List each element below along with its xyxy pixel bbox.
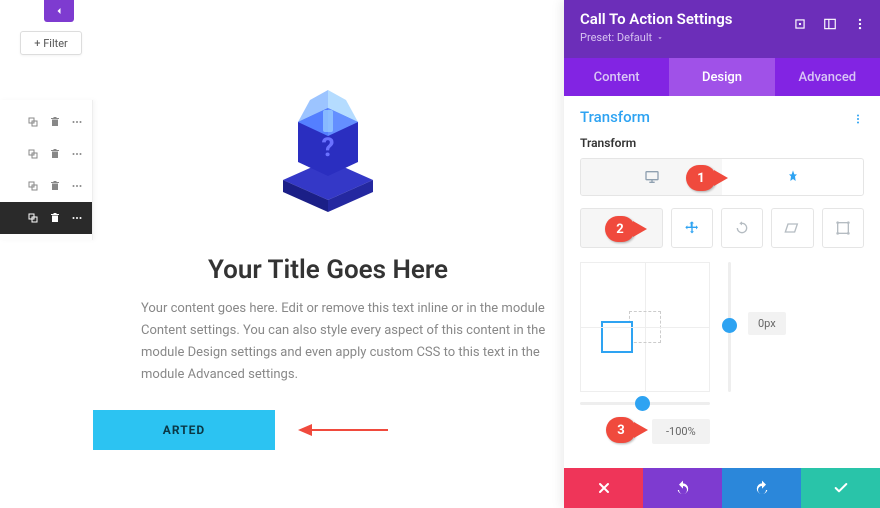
module-body: Your content goes here. Edit or remove t… xyxy=(141,298,563,386)
tab-design[interactable]: Design xyxy=(669,58,774,96)
transform-origin[interactable] xyxy=(822,208,864,248)
cta-button[interactable]: ARTED xyxy=(93,410,275,450)
ellipsis-icon[interactable] xyxy=(70,211,84,225)
ellipsis-icon[interactable] xyxy=(70,115,84,129)
undo-icon xyxy=(675,480,691,496)
duplicate-icon[interactable] xyxy=(26,147,40,161)
arrow-annotation xyxy=(298,420,388,440)
origin-grid[interactable] xyxy=(580,262,710,392)
sidebar-toggle-icon[interactable] xyxy=(822,16,838,32)
transform-translate[interactable] xyxy=(671,208,713,248)
transform-type-row: 2 xyxy=(580,208,864,248)
duplicate-icon[interactable] xyxy=(26,211,40,225)
cancel-button[interactable] xyxy=(564,468,643,508)
chevron-down-icon xyxy=(656,34,664,42)
callout-2: 2 xyxy=(605,216,635,242)
ellipsis-icon[interactable] xyxy=(70,147,84,161)
duplicate-icon[interactable] xyxy=(26,179,40,193)
module-illustration: ? xyxy=(268,80,388,220)
close-icon xyxy=(596,480,612,496)
expand-icon[interactable] xyxy=(792,16,808,32)
pin-icon xyxy=(785,169,801,185)
trash-icon[interactable] xyxy=(48,179,62,193)
kebab-icon[interactable] xyxy=(852,16,868,32)
tab-content[interactable]: Content xyxy=(564,58,669,96)
duplicate-icon[interactable] xyxy=(26,115,40,129)
move-icon xyxy=(684,220,700,236)
trash-icon[interactable] xyxy=(48,115,62,129)
slider-thumb[interactable] xyxy=(635,396,650,411)
x-offset-slider[interactable] xyxy=(580,402,710,405)
tab-advanced[interactable]: Advanced xyxy=(775,58,880,96)
save-button[interactable] xyxy=(801,468,880,508)
callout-1: 1 xyxy=(686,165,716,191)
filter-button[interactable]: + Filter xyxy=(20,31,82,55)
skew-icon xyxy=(784,220,800,236)
layer-row-active[interactable] xyxy=(0,202,92,234)
desktop-icon xyxy=(644,169,660,185)
slider-thumb[interactable] xyxy=(722,318,737,333)
layer-row[interactable] xyxy=(0,170,92,202)
section-label: Transform xyxy=(580,136,864,150)
callout-3: 3 xyxy=(606,417,636,443)
undo-button[interactable] xyxy=(643,468,722,508)
redo-button[interactable] xyxy=(722,468,801,508)
hover-toggle[interactable]: 1 xyxy=(722,159,863,195)
layer-row[interactable] xyxy=(0,106,92,138)
rotate-icon xyxy=(734,220,750,236)
panel-tabs: Content Design Advanced xyxy=(564,58,880,96)
layer-row[interactable] xyxy=(0,138,92,170)
module-title: Your Title Goes Here xyxy=(208,255,448,285)
transform-skew[interactable] xyxy=(771,208,813,248)
origin-icon xyxy=(835,220,851,236)
transform-rotate[interactable] xyxy=(721,208,763,248)
x-offset-value[interactable]: -100% xyxy=(652,419,710,444)
svg-text:?: ? xyxy=(322,133,335,163)
redo-icon xyxy=(754,480,770,496)
trash-icon[interactable] xyxy=(48,147,62,161)
transform-scale[interactable]: 2 xyxy=(580,208,663,248)
ellipsis-icon[interactable] xyxy=(70,179,84,193)
panel-header: Call To Action Settings Preset: Default xyxy=(564,0,880,58)
responsive-toggle: 1 xyxy=(580,158,864,196)
trash-icon[interactable] xyxy=(48,211,62,225)
y-offset-slider[interactable]: 0px xyxy=(722,262,864,392)
settings-panel: Call To Action Settings Preset: Default … xyxy=(564,0,880,508)
chevron-left-icon xyxy=(53,5,65,17)
section-title[interactable]: Transform xyxy=(580,108,864,126)
y-offset-value[interactable]: 0px xyxy=(748,312,786,335)
origin-reference-box xyxy=(629,311,661,343)
collapse-handle[interactable] xyxy=(44,0,74,22)
check-icon xyxy=(833,480,849,496)
origin-handle[interactable] xyxy=(601,321,633,353)
section-kebab-icon[interactable] xyxy=(852,110,864,129)
panel-footer xyxy=(564,468,880,508)
layers-panel xyxy=(0,100,93,240)
preset-dropdown[interactable]: Preset: Default xyxy=(580,31,864,44)
